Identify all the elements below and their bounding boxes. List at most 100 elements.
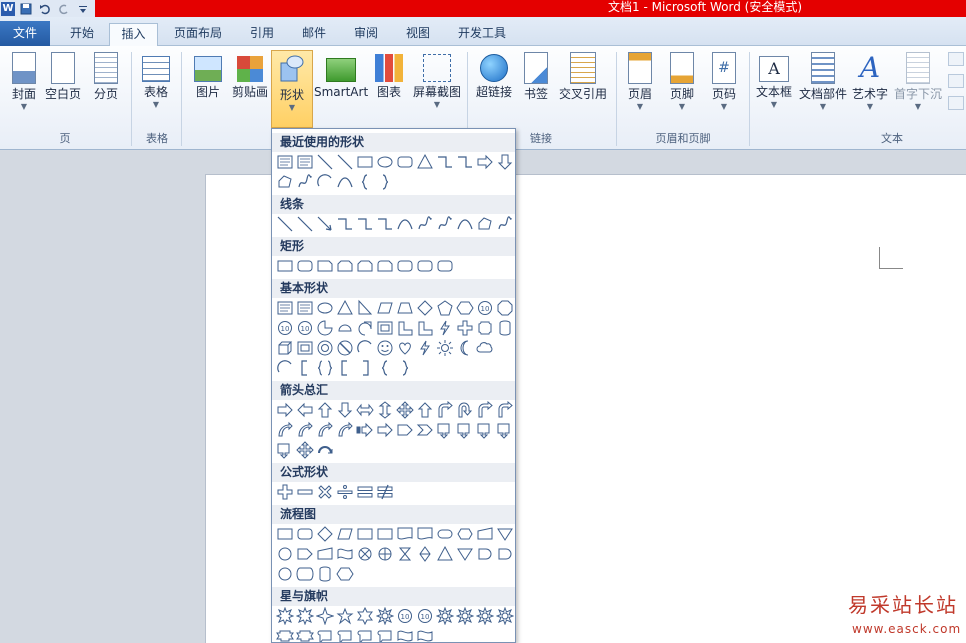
shape-bolt-icon[interactable] xyxy=(415,339,435,357)
shape-uturn-icon[interactable] xyxy=(455,401,475,419)
tab-home[interactable]: 开始 xyxy=(58,23,106,46)
shape-quad-icon[interactable] xyxy=(395,401,415,419)
clip-art-button[interactable]: 剪贴画 xyxy=(229,50,271,126)
page-number-button[interactable]: # 页码 ▼ xyxy=(704,50,744,126)
shape-fmerge-icon[interactable] xyxy=(455,545,475,563)
shape-scroll-icon[interactable] xyxy=(375,627,395,642)
shape-line-icon[interactable] xyxy=(295,215,315,233)
shape-scribble-icon[interactable] xyxy=(495,215,515,233)
shape-elbow-icon[interactable] xyxy=(455,153,475,171)
shape-burst-icon[interactable] xyxy=(275,607,295,625)
shape-plus-icon[interactable] xyxy=(275,483,295,501)
shape-diamond-icon[interactable] xyxy=(415,299,435,317)
shape-curvedr-icon[interactable] xyxy=(315,421,335,439)
bookmark-button[interactable]: 书签 xyxy=(516,50,556,126)
shape-moon-icon[interactable] xyxy=(455,339,475,357)
shape-para-icon[interactable] xyxy=(335,525,355,543)
shape-hexagon-icon[interactable] xyxy=(335,565,355,583)
shape-callout-icon[interactable] xyxy=(435,421,455,439)
shape-cloud-icon[interactable] xyxy=(475,339,495,357)
shape-textbox-icon[interactable] xyxy=(295,299,315,317)
shape-freeform-icon[interactable] xyxy=(475,215,495,233)
shape-callout-icon[interactable] xyxy=(455,421,475,439)
picture-button[interactable]: 图片 xyxy=(186,50,230,126)
shape-callout-icon[interactable] xyxy=(475,421,495,439)
shape-star5-icon[interactable] xyxy=(335,607,355,625)
shape-rect-icon[interactable] xyxy=(375,525,395,543)
blank-page-button[interactable]: 空白页 xyxy=(42,50,84,126)
shape-wave-icon[interactable] xyxy=(415,627,435,642)
shapes-button[interactable]: 形状 ▼ xyxy=(271,50,313,128)
shape-bolt-icon[interactable] xyxy=(435,319,455,337)
shape-elbow-icon[interactable] xyxy=(435,153,455,171)
shape-arc-icon[interactable] xyxy=(275,359,295,377)
shape-fterm-icon[interactable] xyxy=(435,525,455,543)
shape-bracer-icon[interactable] xyxy=(395,359,415,377)
date-time-icon[interactable] xyxy=(948,74,964,88)
shape-round-icon[interactable] xyxy=(415,257,435,275)
shape-fdoc-icon[interactable] xyxy=(395,525,415,543)
shape-snip2-icon[interactable] xyxy=(335,257,355,275)
shape-callout-icon[interactable] xyxy=(495,421,515,439)
tab-file[interactable]: 文件 xyxy=(0,21,50,46)
shape-fmanual-icon[interactable] xyxy=(475,525,495,543)
shape-rect-icon[interactable] xyxy=(275,257,295,275)
page-break-button[interactable]: 分页 xyxy=(86,50,126,126)
shape-star4-icon[interactable] xyxy=(315,607,335,625)
shape-homeplate-icon[interactable] xyxy=(395,421,415,439)
shape-chevron-icon[interactable] xyxy=(415,421,435,439)
shape-stripe-icon[interactable] xyxy=(355,421,375,439)
shape-lshape-icon[interactable] xyxy=(395,319,415,337)
tab-mailings[interactable]: 邮件 xyxy=(290,23,338,46)
shape-tri-icon[interactable] xyxy=(335,299,355,317)
shape-badge-icon[interactable] xyxy=(475,607,495,625)
smartart-button[interactable]: SmartArt xyxy=(314,50,368,126)
shape-bracket-icon[interactable] xyxy=(295,359,315,377)
shape-badge-icon[interactable] xyxy=(455,607,475,625)
chart-button[interactable]: 图表 xyxy=(370,50,408,126)
shape-para-icon[interactable] xyxy=(375,299,395,317)
shape-curvedr-icon[interactable] xyxy=(275,421,295,439)
hyperlink-button[interactable]: 超链接 xyxy=(472,50,516,126)
shape-rect-icon[interactable] xyxy=(355,153,375,171)
shape-num-icon[interactable]: 10 xyxy=(415,607,435,625)
shape-arrowline-icon[interactable] xyxy=(315,215,335,233)
shape-nosign-icon[interactable] xyxy=(335,339,355,357)
table-button[interactable]: 表格 ▼ xyxy=(134,50,178,126)
shape-heart-icon[interactable] xyxy=(395,339,415,357)
shape-round-icon[interactable] xyxy=(295,257,315,275)
shape-brace-icon[interactable] xyxy=(355,173,375,191)
shape-fdelay-icon[interactable] xyxy=(475,545,495,563)
shape-badge-icon[interactable] xyxy=(495,607,515,625)
tab-insert[interactable]: 插入 xyxy=(109,23,158,47)
object-icon[interactable] xyxy=(948,96,964,110)
shape-lshape-icon[interactable] xyxy=(415,319,435,337)
shape-curve-icon[interactable] xyxy=(335,173,355,191)
shape-curve-icon[interactable] xyxy=(395,215,415,233)
tab-page-layout[interactable]: 页面布局 xyxy=(162,23,234,46)
shape-cube-icon[interactable] xyxy=(275,339,295,357)
shape-rsnip-icon[interactable] xyxy=(375,257,395,275)
shape-bracket-icon[interactable] xyxy=(335,359,355,377)
shape-lrarrow-icon[interactable] xyxy=(355,401,375,419)
shape-num-icon[interactable]: 10 xyxy=(275,319,295,337)
shape-wave-icon[interactable] xyxy=(335,545,355,563)
shape-fdoc-icon[interactable] xyxy=(415,525,435,543)
shape-quad-icon[interactable] xyxy=(295,441,315,459)
shape-darrow-icon[interactable] xyxy=(495,153,515,171)
shape-curve-icon[interactable] xyxy=(455,215,475,233)
shape-fsort-icon[interactable] xyxy=(415,545,435,563)
shape-diamond-icon[interactable] xyxy=(315,525,335,543)
drop-cap-button[interactable]: 首字下沉 ▼ xyxy=(892,50,944,126)
shape-elbow-icon[interactable] xyxy=(355,215,375,233)
shape-pentagon-icon[interactable] xyxy=(435,299,455,317)
undo-icon[interactable] xyxy=(37,2,53,16)
shape-can-icon[interactable] xyxy=(495,319,515,337)
shape-equal-icon[interactable] xyxy=(355,483,375,501)
shape-tri-icon[interactable] xyxy=(435,545,455,563)
shape-trap-icon[interactable] xyxy=(395,299,415,317)
shape-plaque-icon[interactable] xyxy=(475,319,495,337)
shape-circle-icon[interactable] xyxy=(275,565,295,583)
shape-ribbon-icon[interactable] xyxy=(275,627,295,642)
shape-fmanual-icon[interactable] xyxy=(315,545,335,563)
